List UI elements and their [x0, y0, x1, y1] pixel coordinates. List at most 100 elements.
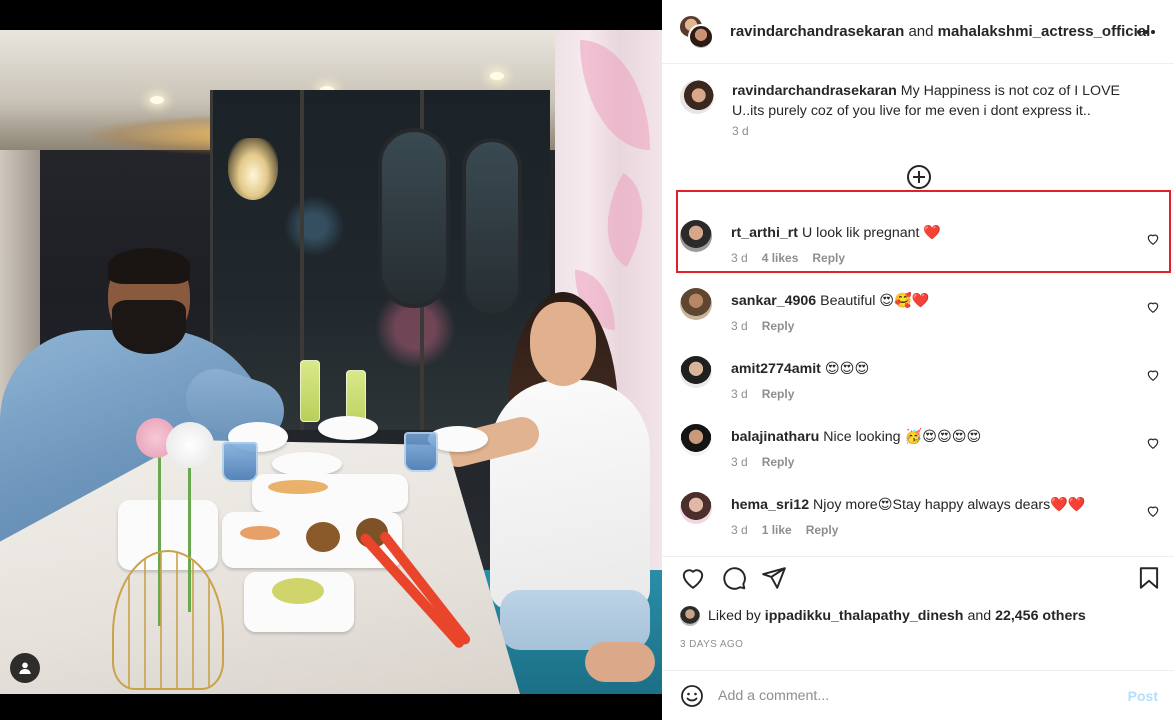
- more-horizontal-icon: [1137, 30, 1155, 34]
- author-username[interactable]: ravindarchandrasekaran: [730, 23, 904, 40]
- save-button[interactable]: [1136, 565, 1162, 591]
- man-hair: [108, 248, 190, 284]
- avatar[interactable]: [680, 424, 712, 456]
- liked-by-connector: and: [967, 607, 992, 624]
- juice-glass: [300, 360, 320, 422]
- liked-by: Liked by ippadikku_thalapathy_dinesh and…: [680, 606, 1086, 626]
- comment-body: Beautiful 😍🥰❤️: [820, 293, 930, 309]
- photo-scene: [0, 30, 662, 694]
- avatar[interactable]: [680, 288, 712, 320]
- caption-time[interactable]: 3 d: [732, 124, 749, 138]
- food: [268, 480, 328, 494]
- post-header: ravindarchandrasekaran and mahalakshmi_a…: [662, 0, 1174, 64]
- collaborator-username[interactable]: mahalakshmi_actress_official: [938, 23, 1151, 40]
- comment-username[interactable]: rt_arthi_rt: [731, 225, 798, 241]
- comment-button[interactable]: [721, 565, 747, 591]
- comment-like-button[interactable]: [1146, 300, 1162, 316]
- post-side-panel: ravindarchandrasekaran and mahalakshmi_a…: [662, 0, 1174, 720]
- comment-meta: 3 d Reply: [731, 455, 808, 469]
- comment-like-button[interactable]: [1146, 368, 1162, 384]
- plate: [272, 452, 342, 476]
- heart-icon: [1147, 302, 1159, 313]
- reply-button[interactable]: Reply: [762, 387, 795, 401]
- mirror: [462, 138, 522, 318]
- comment-username[interactable]: balajinatharu: [731, 429, 819, 445]
- emoji-button[interactable]: [680, 684, 704, 708]
- reply-button[interactable]: Reply: [762, 319, 795, 333]
- plus-circle-icon: [907, 165, 931, 189]
- comment-likes[interactable]: 4 likes: [762, 251, 799, 265]
- post-comment-button[interactable]: Post: [1128, 688, 1158, 704]
- food: [306, 522, 340, 552]
- reply-button[interactable]: Reply: [762, 455, 795, 469]
- authors-connector: and: [908, 23, 934, 40]
- comment-like-button[interactable]: [1146, 232, 1162, 248]
- comment-username[interactable]: hema_sri12: [731, 497, 809, 513]
- comment-time[interactable]: 3 d: [731, 387, 748, 401]
- comment-meta: 3 d 1 like Reply: [731, 523, 852, 537]
- comment-time[interactable]: 3 d: [731, 251, 748, 265]
- comment-time[interactable]: 3 d: [731, 319, 748, 333]
- comment-text: rt_arthi_rt U look lik pregnant ❤️: [731, 225, 941, 241]
- comment-like-button[interactable]: [1146, 436, 1162, 452]
- caption-username[interactable]: ravindarchandrasekaran: [732, 83, 897, 99]
- post-timestamp[interactable]: 3 DAYS AGO: [680, 639, 743, 650]
- avatar[interactable]: [680, 80, 714, 114]
- comment-text: hema_sri12 Njoy more😍Stay happy always d…: [731, 497, 1086, 513]
- liked-by-user[interactable]: ippadikku_thalapathy_dinesh: [765, 608, 964, 624]
- heart-icon: [1147, 370, 1159, 381]
- post-actions: [662, 556, 1174, 596]
- share-button[interactable]: [761, 565, 787, 591]
- avatar[interactable]: [680, 356, 712, 388]
- collab-avatars[interactable]: [678, 14, 714, 50]
- avatar[interactable]: [680, 220, 712, 252]
- comment-username[interactable]: amit2774amit: [731, 361, 821, 377]
- liked-by-prefix: Liked by: [708, 607, 761, 624]
- comment-time[interactable]: 3 d: [731, 523, 748, 537]
- comment-like-button[interactable]: [1146, 504, 1162, 520]
- comment-body: 😍😍😍: [824, 361, 870, 377]
- comment-time[interactable]: 3 d: [731, 455, 748, 469]
- woman: [490, 380, 650, 610]
- comment-meta: 3 d Reply: [731, 387, 808, 401]
- heart-icon: [682, 569, 704, 589]
- woman-hand: [585, 642, 655, 682]
- chandelier: [228, 138, 278, 200]
- man-beard: [112, 300, 186, 354]
- caption-text: ravindarchandrasekaran My Happiness is n…: [732, 81, 1152, 121]
- food: [240, 526, 280, 540]
- post-photo[interactable]: [0, 0, 662, 720]
- comment-item: sankar_4906 Beautiful 😍🥰❤️ 3 d Reply: [662, 286, 1174, 346]
- comment-username[interactable]: sankar_4906: [731, 293, 816, 309]
- comment-item: hema_sri12 Njoy more😍Stay happy always d…: [662, 490, 1174, 550]
- comment-body: Nice looking 🥳😍😍😍😍: [823, 429, 982, 445]
- comment-text: amit2774amit 😍😍😍: [731, 361, 869, 377]
- more-options-button[interactable]: [1134, 20, 1158, 44]
- avatar: [688, 24, 714, 50]
- avatar[interactable]: [680, 492, 712, 524]
- woman-face: [530, 302, 596, 386]
- comment-item: balajinatharu Nice looking 🥳😍😍😍😍 3 d Repl…: [662, 422, 1174, 482]
- comment-body: U look lik pregnant ❤️: [801, 225, 942, 241]
- food: [272, 578, 324, 604]
- send-icon: [762, 567, 786, 589]
- tagged-users-button[interactable]: [10, 653, 40, 683]
- comment-input[interactable]: [718, 683, 1098, 709]
- comment-likes[interactable]: 1 like: [762, 523, 792, 537]
- woman-legs: [500, 590, 650, 650]
- water-glass: [404, 432, 438, 472]
- heart-icon: [1147, 234, 1159, 245]
- add-comment-bar: Post: [662, 670, 1174, 720]
- load-more-comments-button[interactable]: [906, 164, 932, 190]
- post-authors: ravindarchandrasekaran and mahalakshmi_a…: [730, 23, 1150, 40]
- comment-item: amit2774amit 😍😍😍 3 d Reply: [662, 354, 1174, 414]
- like-button[interactable]: [680, 565, 706, 591]
- comment-meta: 3 d 4 likes Reply: [731, 251, 859, 265]
- reply-button[interactable]: Reply: [806, 523, 839, 537]
- reply-button[interactable]: Reply: [812, 251, 845, 265]
- liked-by-others[interactable]: 22,456 others: [995, 608, 1086, 624]
- heart-icon: [1147, 438, 1159, 449]
- ceiling-light: [490, 72, 504, 80]
- avatar[interactable]: [680, 606, 700, 626]
- plate: [318, 416, 378, 440]
